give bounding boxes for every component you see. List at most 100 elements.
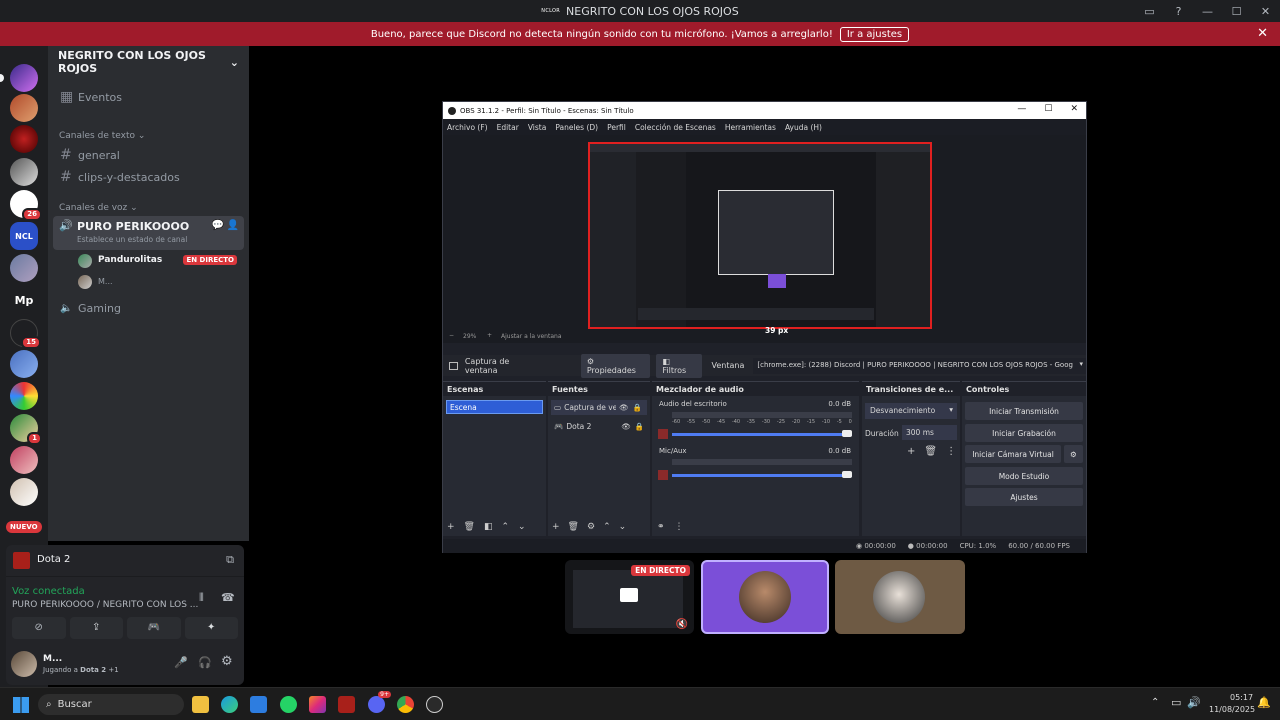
clock-date[interactable]: 11/08/2025 <box>1209 705 1255 714</box>
voice-connected-label[interactable]: Voz conectada <box>12 586 85 597</box>
server-icon[interactable]: 26 <box>10 190 42 221</box>
server-icon[interactable] <box>10 478 38 506</box>
text-category[interactable]: Canales de texto ⌄ <box>59 131 145 141</box>
muted-speaker-icon[interactable]: 🔇 <box>676 619 688 630</box>
dota-icon[interactable] <box>338 696 355 713</box>
server-icon[interactable] <box>10 254 38 282</box>
server-icon[interactable] <box>10 382 38 410</box>
server-icon[interactable] <box>10 125 38 153</box>
voice-user[interactable]: Pandurolitas EN DIRECTO <box>78 253 243 269</box>
voice-channel-status[interactable]: Establece un estado de canal <box>77 235 187 244</box>
minimize-icon[interactable]: — <box>1193 5 1222 18</box>
menu-item[interactable]: Archivo (F) <box>447 123 488 132</box>
taskbar-search[interactable]: ⌕ Buscar <box>38 694 184 715</box>
settings-icon[interactable]: ⚙ <box>221 654 233 669</box>
preview-capture[interactable] <box>588 142 932 329</box>
server-icon[interactable]: 15 <box>10 319 41 349</box>
network-icon[interactable]: ▭ <box>1171 696 1181 709</box>
maximize-icon[interactable]: ☐ <box>1044 104 1052 114</box>
noise-suppression-icon[interactable]: ⦀ <box>199 591 204 605</box>
menu-dots-icon[interactable]: ⋮ <box>946 446 956 457</box>
add-icon[interactable]: + <box>552 522 560 532</box>
source-item[interactable]: ▭ Captura de ve 👁 🔒 <box>551 400 647 415</box>
participant-tile-speaking[interactable] <box>701 560 829 634</box>
properties-button[interactable]: ⚙ Propiedades <box>580 353 651 378</box>
instagram-icon[interactable] <box>309 696 326 713</box>
maximize-icon[interactable]: ☐ <box>1222 5 1251 18</box>
mute-icon[interactable] <box>658 470 668 480</box>
trash-icon[interactable]: 🗑 <box>568 522 579 532</box>
start-stream-button[interactable]: Iniciar Transmisión <box>965 402 1083 420</box>
go-settings-button[interactable]: Ir a ajustes <box>839 26 910 42</box>
menu-dots-icon[interactable]: ⋮ <box>675 522 684 532</box>
window-select[interactable]: [chrome.exe]: (2288) Discord | PURO PERI… <box>753 357 1086 374</box>
channel-clips[interactable]: # clips-y-destacados <box>48 166 238 188</box>
menu-item[interactable]: Paneles (D) <box>555 123 598 132</box>
volume-handle[interactable] <box>842 471 852 478</box>
file-explorer-icon[interactable] <box>192 696 209 713</box>
down-icon[interactable]: ⌄ <box>619 522 627 532</box>
scene-item[interactable]: Escena <box>446 400 543 414</box>
volume-handle[interactable] <box>842 430 852 437</box>
notifications-icon[interactable]: 🔔 <box>1257 696 1271 709</box>
link-icon[interactable]: ⚭ <box>657 522 665 532</box>
share-screen-button[interactable]: ⇪ <box>69 617 123 639</box>
zoom-in-icon[interactable]: + <box>487 332 492 339</box>
voice-channel-active[interactable]: 🔊 PURO PERIKOOOO Establece un estado de … <box>53 216 244 250</box>
events-item[interactable]: ▦ Eventos <box>48 86 238 108</box>
source-item[interactable]: 🎮 Dota 2 👁 🔒 <box>551 419 647 434</box>
voice-category[interactable]: Canales de voz ⌄ <box>59 203 138 213</box>
windows-start-icon[interactable] <box>13 697 29 713</box>
add-icon[interactable]: + <box>907 446 915 457</box>
up-icon[interactable]: ⌃ <box>502 522 510 532</box>
voice-location[interactable]: PURO PERIKOOOO / NEGRITO CON LOS ... <box>12 600 198 610</box>
chrome-icon[interactable] <box>397 696 414 713</box>
participant-tile[interactable] <box>835 560 965 634</box>
gear-icon[interactable]: ⚙ <box>587 522 595 532</box>
lock-icon[interactable]: 🔒 <box>633 403 642 412</box>
volume-slider[interactable] <box>672 433 852 436</box>
soundboard-button[interactable]: ✦ <box>184 617 238 639</box>
close-icon[interactable]: ✕ <box>1070 104 1078 114</box>
mic-icon[interactable]: 🎤 <box>174 656 188 669</box>
server-icon[interactable]: Mp <box>10 286 38 314</box>
whatsapp-icon[interactable] <box>280 696 297 713</box>
volume-slider[interactable] <box>672 474 852 477</box>
obs-icon[interactable] <box>426 696 443 713</box>
mute-icon[interactable] <box>658 429 668 439</box>
start-recording-button[interactable]: Iniciar Grabación <box>965 424 1083 442</box>
server-icon[interactable] <box>10 94 38 122</box>
server-icon[interactable] <box>10 350 38 378</box>
filters-button[interactable]: ◧ Filtros <box>656 353 702 378</box>
menu-item[interactable]: Editar <box>497 123 519 132</box>
menu-item[interactable]: Colección de Escenas <box>635 123 716 132</box>
close-icon[interactable]: ✕ <box>1257 26 1268 41</box>
studio-mode-button[interactable]: Modo Estudio <box>965 467 1083 485</box>
headphones-icon[interactable]: 🎧 <box>198 656 212 669</box>
menu-item[interactable]: Herramientas <box>725 123 776 132</box>
screen-share-icon[interactable]: ⧉ <box>226 553 234 567</box>
trash-icon[interactable]: 🗑 <box>464 522 475 532</box>
up-icon[interactable]: ⌃ <box>603 522 611 532</box>
close-window-icon[interactable]: ✕ <box>1251 5 1280 18</box>
filter-icon[interactable]: ◧ <box>484 522 493 532</box>
channel-general[interactable]: # general <box>48 144 238 166</box>
discord-icon[interactable]: 9+ <box>368 691 391 713</box>
inbox-icon[interactable]: ▭ <box>1135 5 1164 18</box>
activity-row[interactable]: Dota 2 ⧉ <box>6 545 244 577</box>
zoom-out-icon[interactable]: − <box>449 332 454 339</box>
server-icon[interactable] <box>10 446 38 474</box>
disconnect-icon[interactable]: ☎ <box>221 591 235 604</box>
menu-item[interactable]: Perfil <box>607 123 626 132</box>
minimize-icon[interactable]: — <box>1017 104 1026 114</box>
tray-chevron-icon[interactable]: ⌃ <box>1151 697 1159 708</box>
fit-window[interactable]: Ajustar a la ventana <box>501 333 562 340</box>
server-header[interactable]: NEGRITO CON LOS OJOS ROJOS ⌄ <box>48 46 249 78</box>
camera-off-button[interactable]: ⊘ <box>12 617 66 639</box>
add-icon[interactable]: + <box>447 522 455 532</box>
menu-item[interactable]: Ayuda (H) <box>785 123 822 132</box>
menu-item[interactable]: Vista <box>528 123 547 132</box>
obs-preview[interactable]: 39 px − 29% + Ajustar a la ventana <box>443 135 1086 343</box>
voice-user[interactable]: M... <box>78 274 243 290</box>
server-icon[interactable]: 1 <box>10 414 42 445</box>
